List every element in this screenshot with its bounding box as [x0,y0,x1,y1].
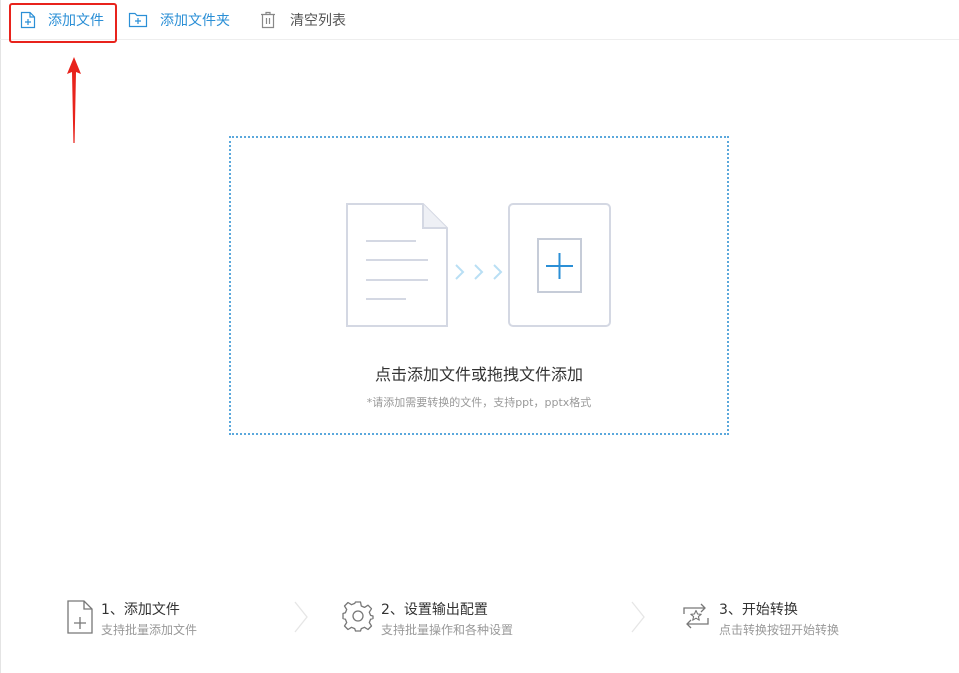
convert-icon [683,603,709,629]
trash-icon [261,11,275,29]
step-3-desc: 点击转换按钮开始转换 [719,623,840,637]
add-file-button[interactable]: 添加文件 [20,6,104,34]
drop-zone-hint: *请添加需要转换的文件，支持ppt，pptx格式 [366,396,592,409]
document-icon [346,203,448,327]
chevrons-icon [455,264,503,280]
toolbar: 添加文件 添加文件夹 清空列表 [0,0,959,40]
drop-illustration [346,203,611,327]
add-folder-button[interactable]: 添加文件夹 [128,6,230,34]
step-1-desc: 支持批量添加文件 [101,623,198,637]
file-plus-icon [67,600,93,634]
add-target-icon [508,203,611,327]
window-left-border [0,0,1,673]
add-file-label: 添加文件 [48,13,104,29]
step-2-title: 2、设置输出配置 [381,602,488,618]
clear-list-button[interactable]: 清空列表 [260,6,346,34]
step-3-title: 3、开始转换 [719,602,798,618]
clear-list-label: 清空列表 [290,13,346,29]
drop-zone-title: 点击添加文件或拖拽文件添加 [374,365,583,384]
step-1-title: 1、添加文件 [101,602,180,618]
chevron-right-icon [631,601,645,633]
step-2-desc: 支持批量操作和各种设置 [381,623,514,637]
gear-icon [342,601,374,632]
step-output-settings: 2、设置输出配置 支持批量操作和各种设置 [342,598,582,638]
add-file-icon [20,11,36,29]
step-add-files: 1、添加文件 支持批量添加文件 [67,598,267,638]
add-folder-icon [128,12,148,28]
step-start-convert: 3、开始转换 点击转换按钮开始转换 [680,598,880,638]
add-folder-label: 添加文件夹 [160,13,230,29]
red-arrow-annotation [67,57,81,143]
chevron-right-icon [294,601,308,633]
